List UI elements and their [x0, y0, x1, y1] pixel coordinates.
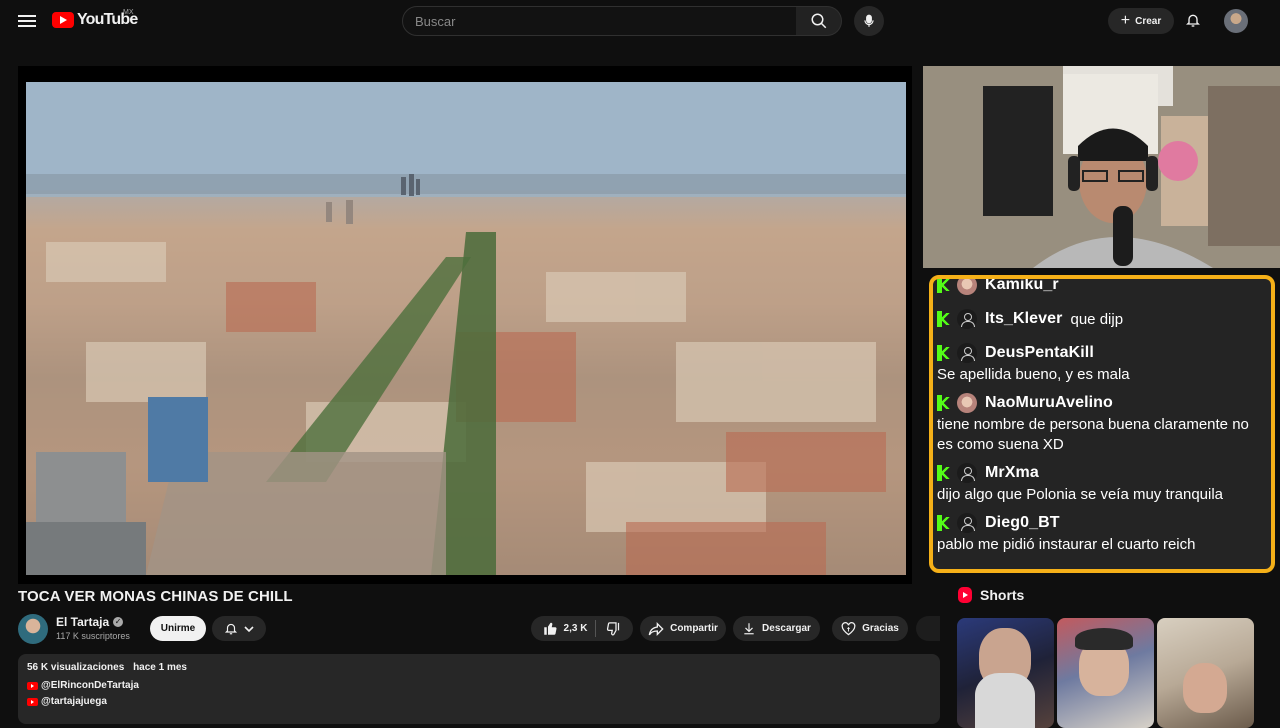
channel-name: El Tartaja: [56, 615, 110, 629]
more-actions-button[interactable]: [916, 616, 940, 641]
kick-badge-icon: [937, 311, 951, 327]
share-icon: [648, 621, 664, 636]
shorts-icon: [958, 587, 972, 603]
like-dislike-group: 2,3 K: [531, 616, 633, 641]
chat-message: Kamiku_r: [937, 276, 1267, 301]
chat-messages: Kamiku_r Its_Klever que dijp DeusPentaKi…: [937, 276, 1267, 557]
search-button[interactable]: [796, 6, 842, 36]
channel-name-link[interactable]: El Tartaja ✓: [56, 615, 124, 629]
share-label: Compartir: [670, 623, 718, 634]
hamburger-menu-icon[interactable]: [18, 12, 36, 28]
user-icon: [957, 513, 977, 533]
user-avatar: [957, 279, 977, 295]
chat-text: Se apellida bueno, y es mala: [937, 366, 1130, 383]
microphone-icon: [864, 14, 874, 27]
youtube-mini-icon: [27, 681, 38, 690]
user-icon: [957, 463, 977, 483]
subscription-notifications-button[interactable]: [212, 616, 266, 641]
search-box[interactable]: [402, 6, 797, 36]
account-avatar[interactable]: [1224, 9, 1248, 33]
search-icon: [811, 13, 826, 29]
youtube-play-icon: [52, 12, 74, 28]
chat-username: Kamiku_r: [985, 276, 1059, 293]
description-meta: 56 K visualizaciones hace 1 mes: [27, 662, 931, 673]
verified-check-icon: ✓: [113, 617, 124, 627]
upload-date: hace 1 mes: [133, 662, 187, 673]
view-count: 56 K visualizaciones: [27, 662, 125, 673]
plus-icon: +: [1120, 12, 1131, 29]
download-label: Descargar: [762, 623, 811, 634]
channel-avatar[interactable]: [18, 614, 48, 644]
description-box[interactable]: 56 K visualizaciones hace 1 mes @ElRinco…: [18, 654, 940, 724]
like-button[interactable]: 2,3 K: [543, 620, 597, 637]
create-button[interactable]: + Crear: [1108, 8, 1174, 34]
share-button[interactable]: Compartir: [640, 616, 726, 641]
kick-badge-icon: [937, 345, 951, 361]
chat-username: MrXma: [985, 464, 1039, 481]
chat-username: Dieg0_BT: [985, 514, 1060, 531]
chat-text: tiene nombre de persona buena claramente…: [937, 416, 1249, 453]
join-button[interactable]: Unirme: [150, 616, 206, 641]
channel-link[interactable]: @ElRinconDeTartaja: [27, 680, 931, 691]
create-label: Crear: [1135, 15, 1162, 27]
channel-link-text: @tartajajuega: [41, 696, 107, 707]
thumbs-down-icon[interactable]: [606, 621, 621, 636]
channel-link-text: @ElRinconDeTartaja: [41, 680, 139, 691]
youtube-mini-icon: [27, 697, 38, 706]
user-icon: [957, 343, 977, 363]
kick-badge-icon: [937, 395, 951, 411]
thumbnail-hair: [1075, 628, 1133, 650]
shorts-title: Shorts: [980, 587, 1025, 603]
like-count: 2,3 K: [563, 623, 588, 634]
city-scene: [26, 82, 906, 575]
thanks-button[interactable]: Gracias: [832, 616, 908, 641]
voice-search-button[interactable]: [854, 6, 884, 36]
webcam-scene: [923, 66, 1280, 268]
thanks-label: Gracias: [862, 623, 899, 634]
short-thumbnail[interactable]: [1057, 618, 1154, 728]
chat-username: DeusPentaKill: [985, 344, 1094, 361]
short-thumbnail[interactable]: [1157, 618, 1254, 728]
thumbs-up-icon: [543, 622, 557, 635]
chat-text: dijo algo que Polonia se veía muy tranqu…: [937, 486, 1224, 503]
thanks-heart-icon: [841, 621, 856, 635]
notifications-bell-icon[interactable]: [1185, 11, 1201, 34]
kick-badge-icon: [937, 465, 951, 481]
download-icon: [744, 623, 754, 635]
chat-text: que dijp: [1070, 310, 1124, 328]
channel-link[interactable]: @tartajajuega: [27, 696, 931, 707]
video-title: TOCA VER MONAS CHINAS DE CHILL: [18, 588, 293, 605]
video-frame-aerial-city[interactable]: [26, 82, 906, 575]
short-thumbnail[interactable]: [957, 618, 1054, 728]
top-bar: YouTube MX + Crear: [0, 0, 1280, 42]
chevron-down-icon: [244, 625, 254, 632]
thumbnail-face: [1183, 663, 1227, 713]
kick-badge-icon: [937, 279, 951, 293]
shorts-heading: Shorts: [958, 587, 1024, 603]
chat-username: NaoMuruAvelino: [985, 394, 1113, 411]
stream-chat-overlay: Kamiku_r Its_Klever que dijp DeusPentaKi…: [929, 275, 1275, 573]
subscriber-count: 117 K suscriptores: [56, 631, 130, 641]
streamer-webcam: [923, 66, 1280, 268]
chat-text: pablo me pidió instaurar el cuarto reich: [937, 536, 1196, 553]
user-avatar: [957, 393, 977, 413]
bell-icon: [224, 623, 238, 635]
chat-username: Its_Klever: [985, 310, 1063, 327]
chat-message: Its_Klever que dijp: [937, 303, 1267, 335]
kick-badge-icon: [937, 515, 951, 531]
country-code: MX: [123, 9, 134, 16]
user-icon: [957, 309, 977, 329]
search-input[interactable]: [415, 13, 784, 29]
download-button[interactable]: Descargar: [733, 616, 820, 641]
